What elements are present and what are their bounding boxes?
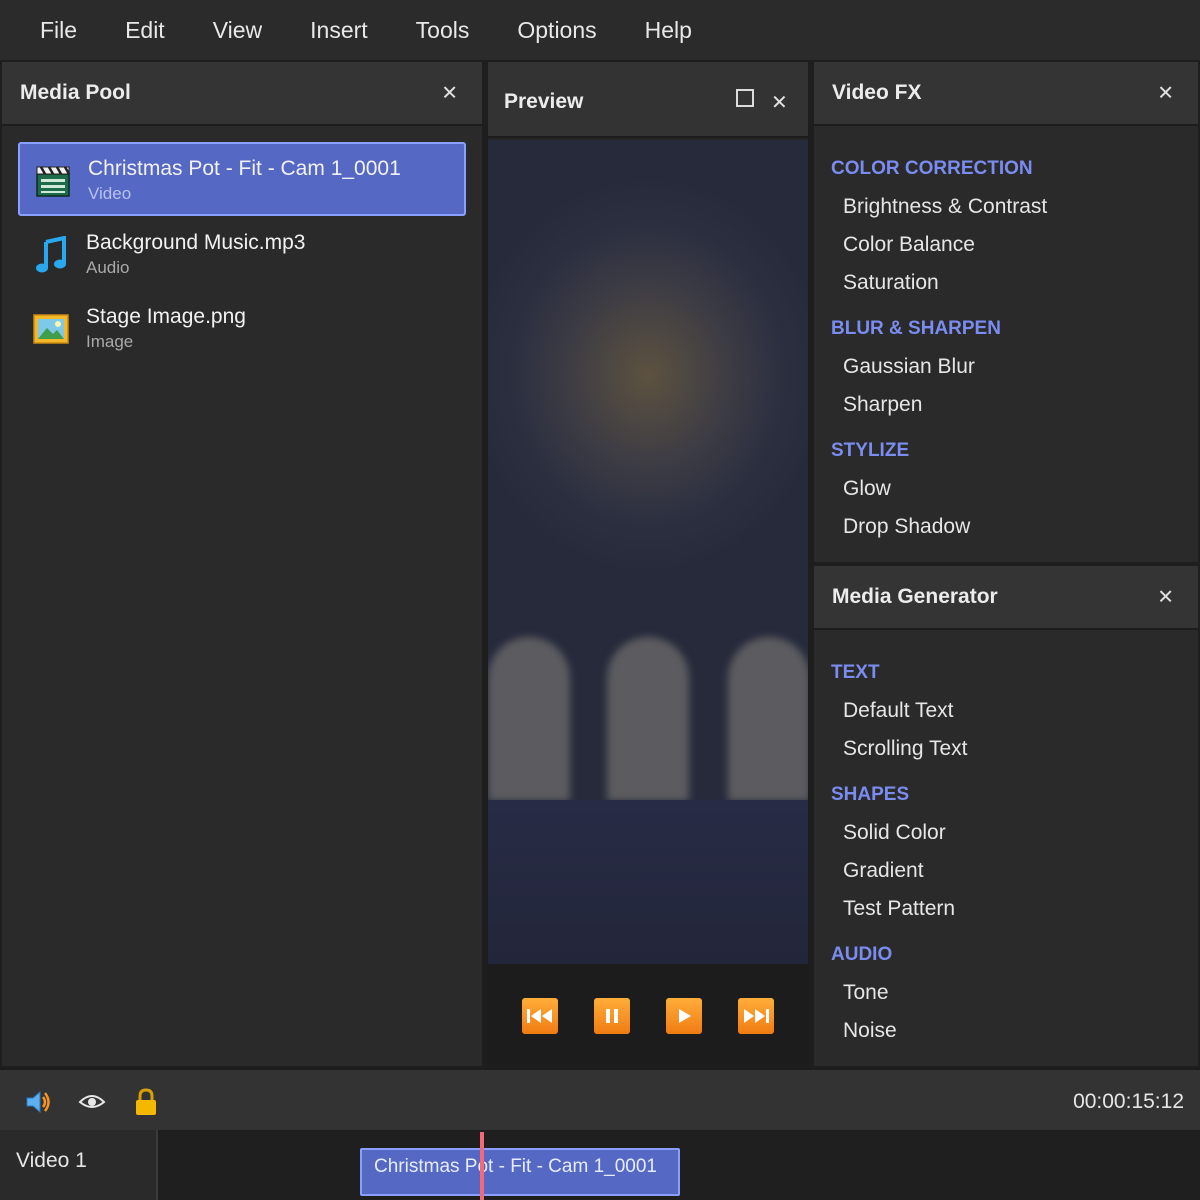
media-pool-panel: Media Pool ✕ Christmas Pot - Fit - Cam 1…	[2, 62, 482, 1066]
fx-category-color-correction: COLOR CORRECTION	[831, 158, 1033, 179]
media-item-image[interactable]: Stage Image.png Image	[18, 292, 466, 366]
media-pool-header: Media Pool ✕	[2, 62, 482, 126]
skip-back-icon[interactable]	[522, 998, 558, 1034]
fx-item-brightness-contrast[interactable]: Brightness & Contrast	[843, 195, 1047, 219]
maximize-icon[interactable]	[736, 89, 754, 107]
media-item-name: Christmas Pot - Fit - Cam 1_0001	[88, 157, 401, 180]
media-item-type: Video	[88, 184, 132, 203]
playhead[interactable]	[480, 1132, 484, 1200]
fx-item-gaussian-blur[interactable]: Gaussian Blur	[843, 355, 975, 379]
fx-category-stylize: STYLIZE	[831, 440, 910, 461]
close-icon[interactable]: ✕	[1157, 81, 1174, 106]
gen-item-tone[interactable]: Tone	[843, 981, 889, 1005]
timeline-clip[interactable]: Christmas Pot - Fit - Cam 1_0001	[360, 1148, 680, 1196]
fx-item-color-balance[interactable]: Color Balance	[843, 233, 975, 257]
pause-icon[interactable]	[594, 998, 630, 1034]
music-note-icon	[32, 236, 70, 274]
stage-arch	[607, 637, 689, 801]
media-generator-header: Media Generator ✕	[814, 566, 1198, 630]
preview-header: Preview ✕	[488, 62, 808, 138]
fx-item-drop-shadow[interactable]: Drop Shadow	[843, 515, 970, 539]
gen-item-solid-color[interactable]: Solid Color	[843, 821, 946, 845]
media-pool-title: Media Pool	[20, 81, 131, 104]
close-icon[interactable]: ✕	[441, 81, 458, 106]
transport-controls	[488, 964, 808, 1066]
gen-item-gradient[interactable]: Gradient	[843, 859, 924, 883]
preview-video-frame	[488, 140, 808, 964]
skip-forward-icon[interactable]	[738, 998, 774, 1034]
video-fx-title: Video FX	[832, 81, 922, 104]
gen-item-noise[interactable]: Noise	[843, 1019, 897, 1043]
media-item-audio[interactable]: Background Music.mp3 Audio	[18, 218, 466, 292]
menu-file[interactable]: File	[40, 17, 77, 44]
fx-category-blur-sharpen: BLUR & SHARPEN	[831, 318, 1001, 339]
stage-floor	[488, 800, 808, 964]
preview-title: Preview	[504, 90, 584, 113]
menu-edit[interactable]: Edit	[125, 17, 165, 44]
media-item-name: Stage Image.png	[86, 305, 246, 328]
close-icon[interactable]: ✕	[1157, 585, 1174, 610]
timecode-display: 00:00:15:12	[1073, 1090, 1184, 1113]
speaker-icon[interactable]	[24, 1088, 52, 1116]
gen-item-default-text[interactable]: Default Text	[843, 699, 954, 723]
clapperboard-icon	[34, 162, 72, 200]
menu-help[interactable]: Help	[645, 17, 692, 44]
gen-item-test-pattern[interactable]: Test Pattern	[843, 897, 955, 921]
preview-panel: Preview ✕	[488, 62, 808, 1066]
media-generator-panel: Media Generator ✕ TEXT Default Text Scro…	[814, 566, 1198, 1066]
gen-category-shapes: SHAPES	[831, 784, 910, 805]
media-item-video[interactable]: Christmas Pot - Fit - Cam 1_0001 Video	[18, 142, 466, 216]
eye-icon[interactable]	[78, 1088, 106, 1116]
lock-icon[interactable]	[132, 1088, 160, 1116]
fx-item-glow[interactable]: Glow	[843, 477, 891, 501]
clip-label: Christmas Pot - Fit - Cam 1_0001	[374, 1156, 657, 1177]
video-fx-panel: Video FX ✕ COLOR CORRECTION Brightness &…	[814, 62, 1198, 562]
video-fx-header: Video FX ✕	[814, 62, 1198, 126]
media-item-type: Audio	[86, 258, 130, 277]
track-header-video-1[interactable]: Video 1	[0, 1130, 158, 1200]
menu-options[interactable]: Options	[517, 17, 596, 44]
picture-icon	[32, 310, 70, 348]
menu-insert[interactable]: Insert	[310, 17, 368, 44]
track-label: Video 1	[16, 1149, 87, 1172]
timeline-toolbar: 00:00:15:12	[0, 1068, 1200, 1130]
gen-category-audio: AUDIO	[831, 944, 893, 965]
fx-item-sharpen[interactable]: Sharpen	[843, 393, 922, 417]
play-icon[interactable]	[666, 998, 702, 1034]
media-generator-title: Media Generator	[832, 585, 998, 608]
media-item-name: Background Music.mp3	[86, 231, 306, 254]
menu-bar: File Edit View Insert Tools Options Help	[0, 0, 1200, 60]
menu-tools[interactable]: Tools	[416, 17, 470, 44]
fx-item-saturation[interactable]: Saturation	[843, 271, 939, 295]
menu-view[interactable]: View	[213, 17, 262, 44]
stage-arch	[488, 637, 570, 801]
stage-arch	[728, 637, 808, 801]
gen-item-scrolling-text[interactable]: Scrolling Text	[843, 737, 968, 761]
media-item-type: Image	[86, 332, 134, 351]
close-icon[interactable]: ✕	[771, 90, 788, 115]
timeline-track-area[interactable]: Christmas Pot - Fit - Cam 1_0001	[160, 1130, 1200, 1200]
gen-category-text: TEXT	[831, 662, 880, 683]
